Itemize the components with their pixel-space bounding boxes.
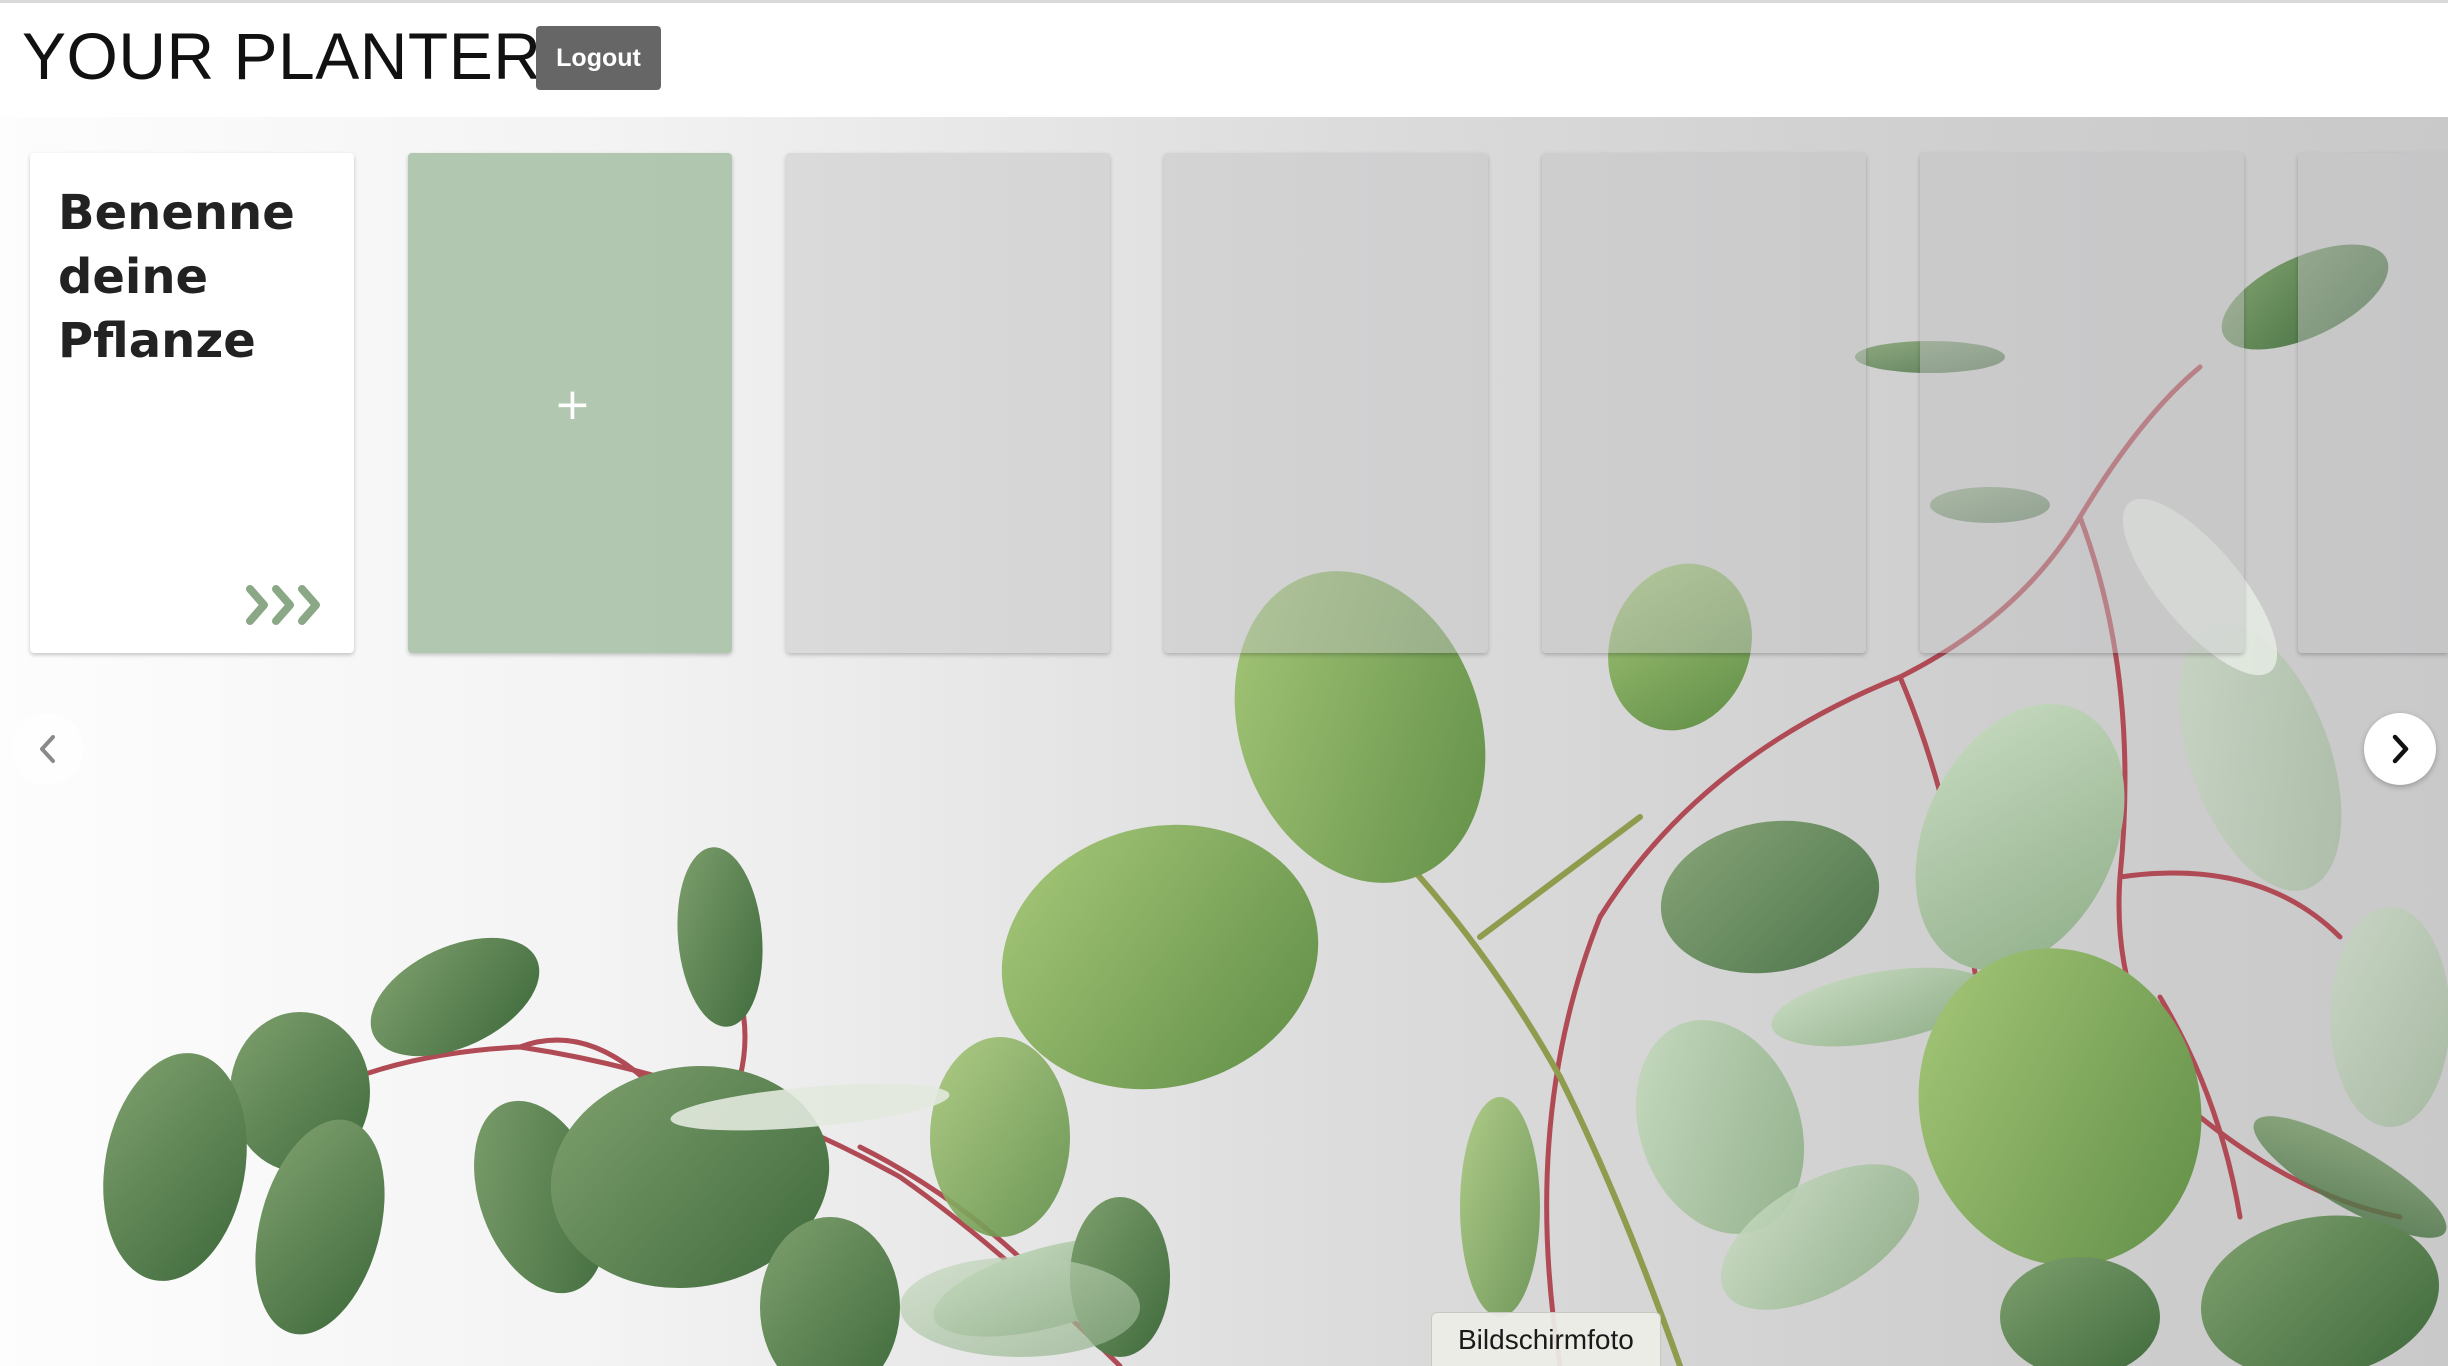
plant-name-prompt: Benenne deine Pflanze xyxy=(58,185,295,369)
triple-chevron-right-icon[interactable] xyxy=(242,583,326,627)
plus-icon: + xyxy=(554,379,591,430)
add-plant-card[interactable]: + xyxy=(408,153,732,653)
logout-button[interactable]: Logout xyxy=(536,26,661,90)
empty-plant-slot xyxy=(1920,153,2244,653)
carousel-next-button[interactable] xyxy=(2364,713,2436,785)
empty-plant-slot xyxy=(2298,153,2448,653)
screenshot-tooltip: Bildschirmfoto xyxy=(1431,1312,1661,1366)
empty-plant-slot xyxy=(786,153,1110,653)
plant-name-card[interactable]: Benenne deine Pflanze xyxy=(30,153,354,653)
chevron-left-icon xyxy=(40,735,55,763)
app-header: YOUR PLANTER Logout xyxy=(0,3,2448,117)
chevron-right-icon xyxy=(2392,734,2409,764)
empty-plant-slot xyxy=(1542,153,1866,653)
app-title: YOUR PLANTER xyxy=(22,19,542,93)
plant-hero: Benenne deine Pflanze + xyxy=(0,117,2448,1366)
empty-plant-slot xyxy=(1164,153,1488,653)
carousel-prev-button[interactable] xyxy=(12,713,84,785)
